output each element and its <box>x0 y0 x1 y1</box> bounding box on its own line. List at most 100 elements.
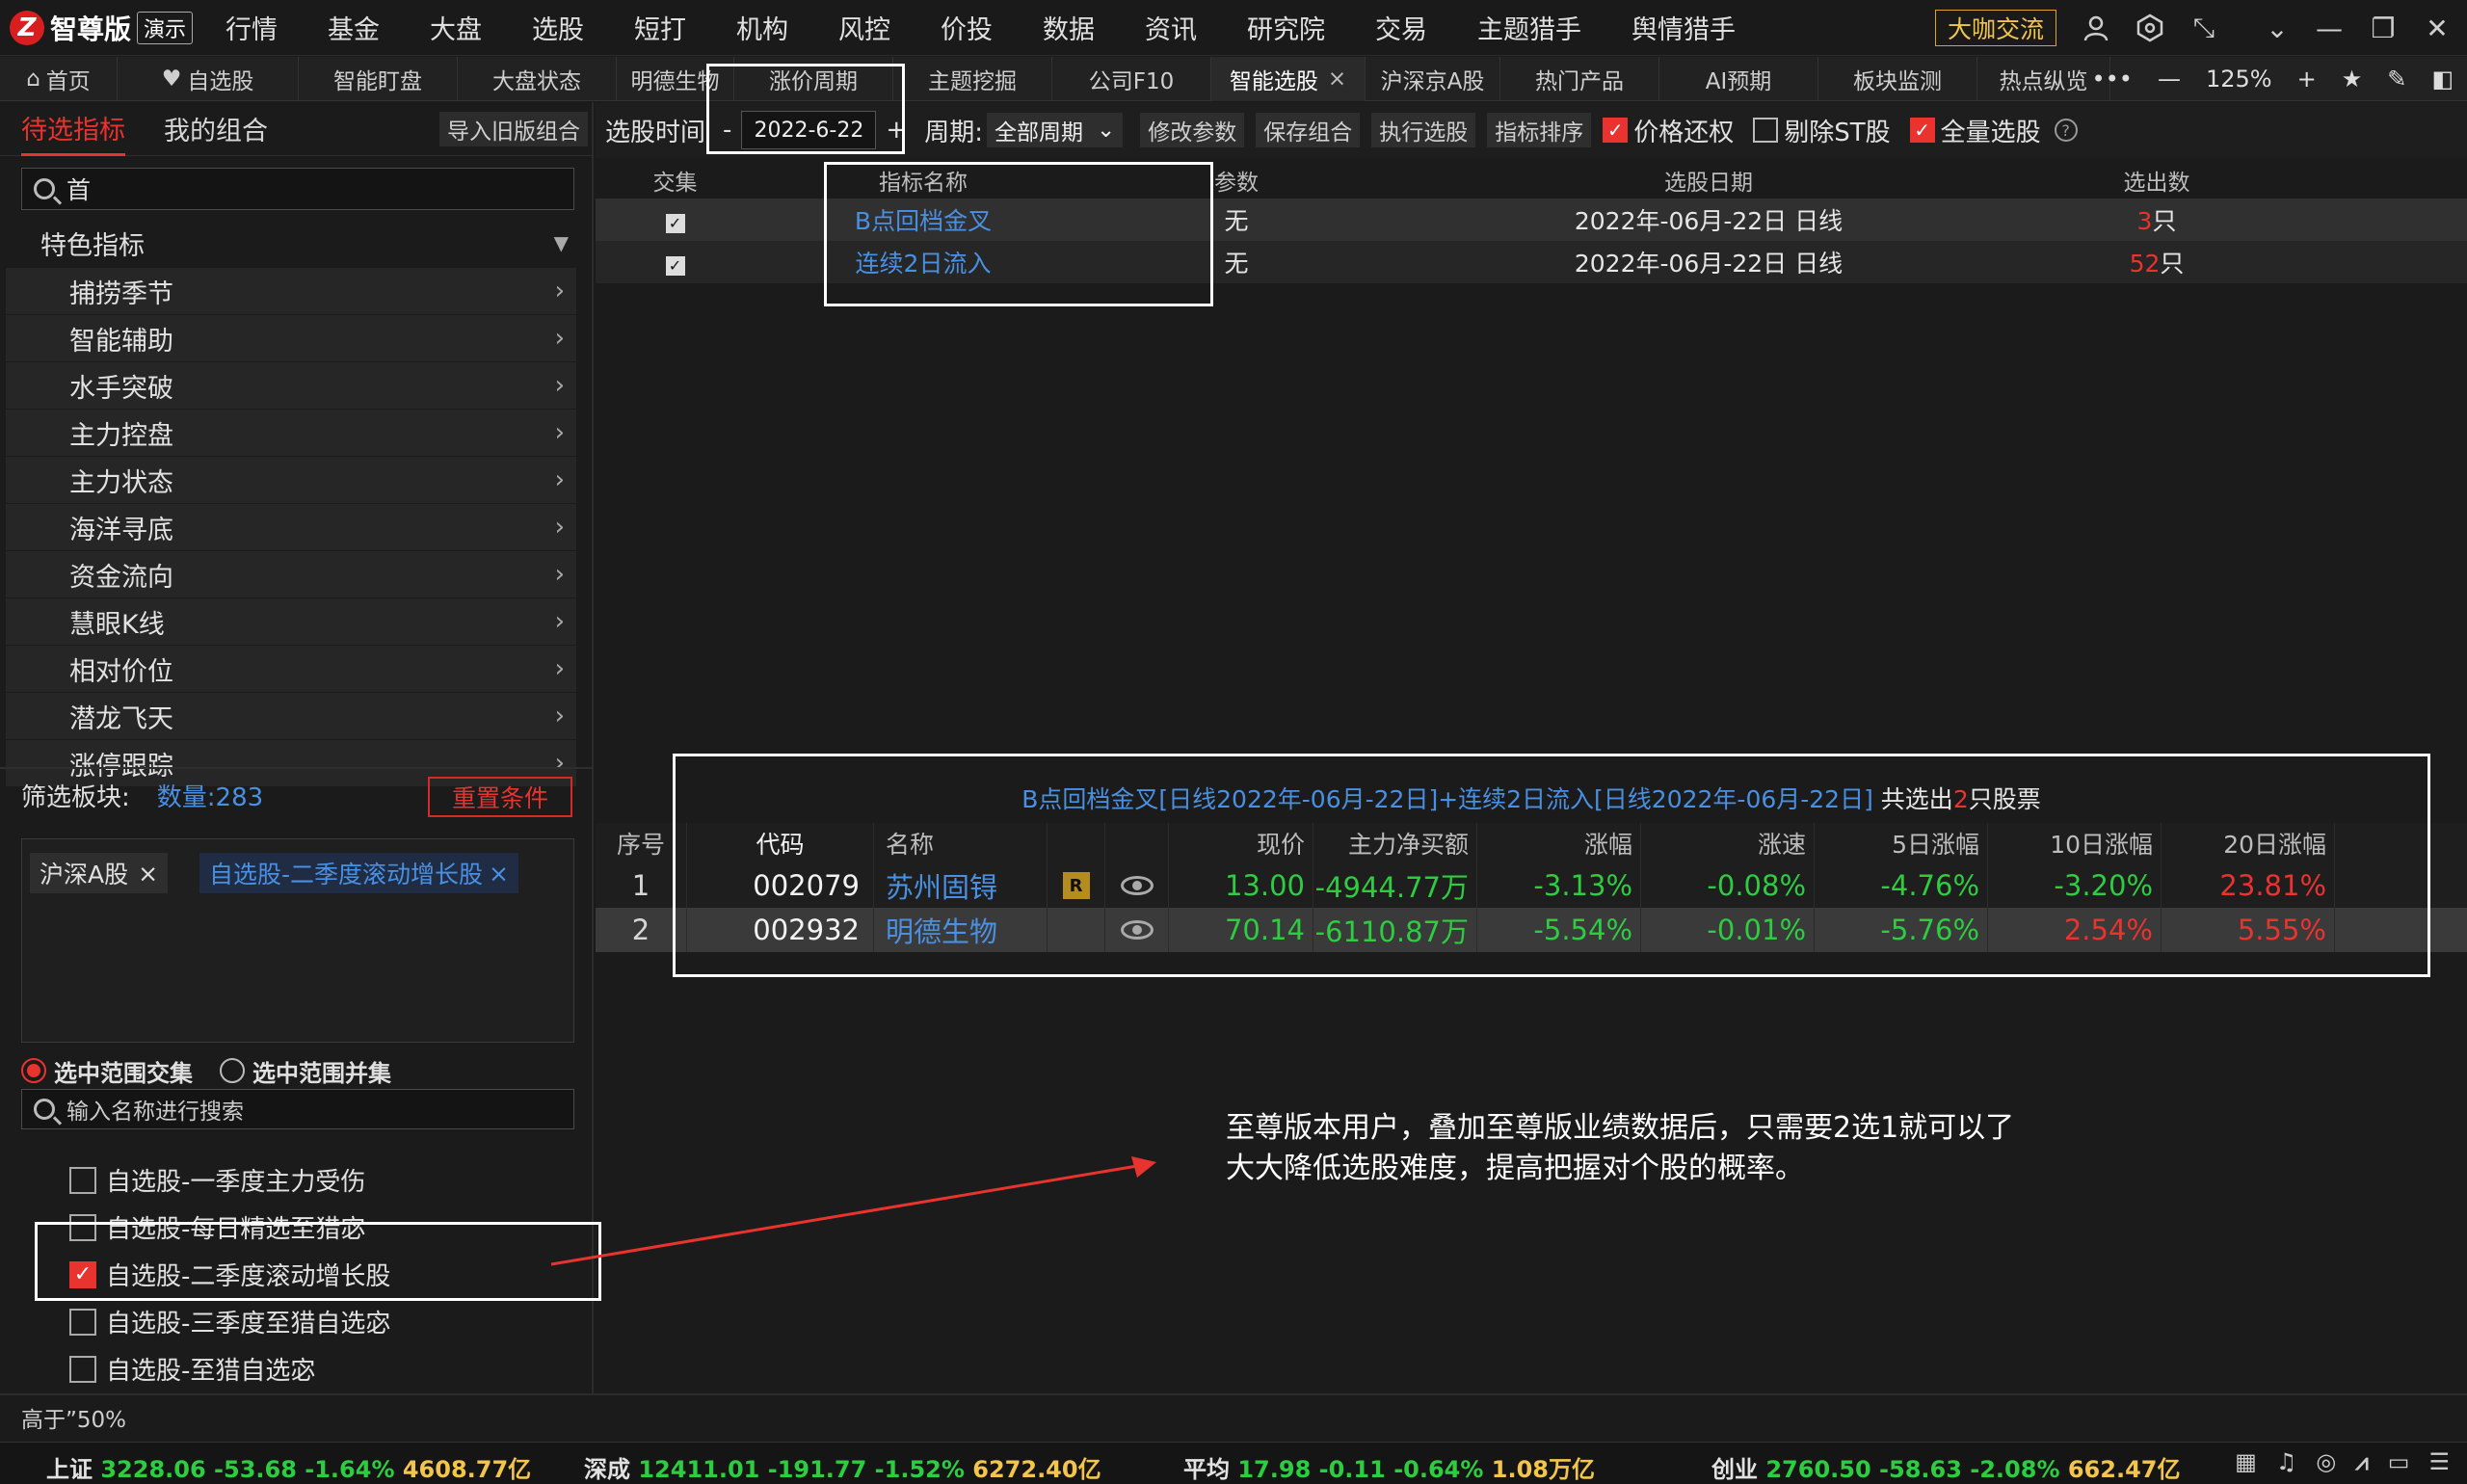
filter-sector-label: 筛选板块: <box>21 782 130 812</box>
name-search-input[interactable]: 输入名称进行搜索 <box>21 1089 574 1129</box>
close-icon[interactable]: × <box>489 860 509 888</box>
user-icon[interactable] <box>2080 12 2112 44</box>
menu-item-stock-pick[interactable]: 选股 <box>532 9 584 46</box>
period-select[interactable]: 全部周期 ⌄ <box>986 113 1124 147</box>
menu-icon[interactable]: ☰ <box>2428 1448 2450 1475</box>
tab-market-status[interactable]: 大盘状态 <box>458 56 617 101</box>
period-value: 全部周期 <box>994 120 1083 146</box>
close-icon[interactable]: ✕ <box>2421 12 2454 44</box>
tab-hot-overview[interactable]: 热点纵览 <box>1977 56 2110 101</box>
price-restore-checkbox[interactable]: ✓ 价格还权 <box>1603 113 1734 148</box>
category-item[interactable]: 相对价位 › <box>6 646 576 693</box>
chevron-down-icon[interactable]: ⌄ <box>2261 12 2294 44</box>
tab-smart-pick[interactable]: 智能选股 × <box>1211 56 1366 101</box>
checkbox-label: 全量选股 <box>1940 118 2041 147</box>
category-item[interactable]: 海洋寻底 › <box>6 504 576 551</box>
category-item[interactable]: 智能辅助 › <box>6 315 576 362</box>
category-item[interactable]: 资金流向 › <box>6 551 576 598</box>
checklist-item[interactable]: 自选股-一季度主力受伤 <box>0 1156 578 1204</box>
category-header[interactable]: 特色指标 ▼ <box>0 218 578 268</box>
zoom-in-icon[interactable]: + <box>2297 66 2317 93</box>
settings-icon[interactable] <box>2134 12 2166 44</box>
category-item[interactable]: 潜龙飞天 › <box>6 693 576 740</box>
shrink-icon[interactable]: ⤡ <box>2188 12 2220 44</box>
menu-item-value[interactable]: 价投 <box>941 9 993 46</box>
tab-theme-mining[interactable]: 主题挖掘 <box>893 56 1052 101</box>
tab-watchlist[interactable]: ♥ 自选股 <box>118 56 299 101</box>
menu-item-data[interactable]: 数据 <box>1043 9 1095 46</box>
help-icon[interactable]: ? <box>2054 119 2078 142</box>
category-item[interactable]: 捕捞季节 › <box>6 268 576 315</box>
more-icon[interactable]: ••• <box>2091 66 2132 93</box>
tab-sector-monitor[interactable]: 板块监测 <box>1818 56 1977 101</box>
exclude-st-checkbox[interactable]: 剔除ST股 <box>1753 113 1891 148</box>
tab-my-combos[interactable]: 我的组合 <box>164 102 268 156</box>
chart-icon[interactable]: ⩘ <box>2355 1448 2369 1475</box>
checkbox[interactable] <box>69 1308 96 1336</box>
indicator-search-input[interactable]: 首 <box>21 168 574 210</box>
menu-item-trade[interactable]: 交易 <box>1375 9 1427 46</box>
category-item[interactable]: 水手突破 › <box>6 362 576 410</box>
menu-item-fund[interactable]: 基金 <box>328 9 380 46</box>
demo-badge: 演示 <box>137 11 194 44</box>
tab-hot-products[interactable]: 热门产品 <box>1500 56 1659 101</box>
calendar-icon[interactable]: ▦ <box>2235 1448 2257 1475</box>
search-placeholder: 输入名称进行搜索 <box>66 1100 244 1125</box>
modify-params-button[interactable]: 修改参数 <box>1140 113 1245 147</box>
menu-item-news[interactable]: 资讯 <box>1145 9 1197 46</box>
restore-icon[interactable]: ❐ <box>2367 12 2400 44</box>
zoom-out-icon[interactable]: — <box>2158 66 2181 93</box>
intersect-checkbox[interactable]: ✓ <box>596 249 755 277</box>
menu-item-theme-hunter[interactable]: 主题猎手 <box>1477 9 1581 46</box>
run-pick-button[interactable]: 执行选股 <box>1371 113 1476 147</box>
import-old-combo-button[interactable]: 导入旧版组合 <box>439 112 588 146</box>
edit-icon[interactable]: ✎ <box>2387 66 2406 93</box>
tab-a-shares[interactable]: 沪深京A股 <box>1366 56 1500 101</box>
minimize-icon[interactable]: — <box>2313 12 2346 44</box>
reset-conditions-button[interactable]: 重置条件 <box>428 777 572 817</box>
chevron-right-icon: › <box>554 702 565 730</box>
ticker-avg[interactable]: 平均 17.98 -0.11 -0.64% 1.08万亿 <box>1183 1450 1595 1484</box>
ticker-sz[interactable]: 深成 12411.01 -191.77 -1.52% 6272.40亿 <box>584 1450 1101 1484</box>
menu-item-risk[interactable]: 风控 <box>838 9 890 46</box>
tab-f10[interactable]: 公司F10 <box>1052 56 1211 101</box>
menu-item-sentiment-hunter[interactable]: 舆情猎手 <box>1631 9 1736 46</box>
menu-item-research[interactable]: 研究院 <box>1247 9 1325 46</box>
tab-pending-indicators[interactable]: 待选指标 <box>21 102 125 156</box>
bell-icon[interactable]: ♫ <box>2276 1448 2297 1475</box>
menu-item-short[interactable]: 短打 <box>634 9 686 46</box>
chevron-right-icon: › <box>554 560 565 589</box>
ticker-cyb[interactable]: 创业 2760.50 -58.63 -2.08% 662.47亿 <box>1711 1450 2180 1484</box>
count-value: 3 <box>2136 207 2153 235</box>
home-icon: ⌂ <box>26 66 40 92</box>
checklist-item[interactable]: 自选股-三季度至猎自选宓 <box>0 1298 578 1345</box>
category-item[interactable]: 慧眼K线 › <box>6 598 576 646</box>
menu-item-index[interactable]: 大盘 <box>430 9 482 46</box>
checkbox[interactable] <box>69 1166 96 1194</box>
range-mode-group: 选中范围交集 选中范围并集 <box>21 1047 574 1095</box>
layout-icon[interactable]: ◧ <box>2431 66 2454 93</box>
close-icon[interactable]: × <box>138 860 158 888</box>
checklist-item[interactable]: 自选股-至猎自选宓 <box>0 1345 578 1392</box>
category-item[interactable]: 主力控盘 › <box>6 410 576 457</box>
full-pick-checkbox[interactable]: ✓ 全量选股 <box>1909 113 2041 148</box>
tab-ai-forecast[interactable]: AI预期 <box>1659 56 1818 101</box>
sort-indicators-button[interactable]: 指标排序 <box>1487 113 1592 147</box>
category-item[interactable]: 主力状态 › <box>6 457 576 504</box>
message-icon[interactable]: ▭ <box>2388 1448 2410 1475</box>
radio-intersect[interactable]: 选中范围交集 <box>21 1054 193 1088</box>
tab-smart-monitor[interactable]: 智能盯盘 <box>299 56 458 101</box>
expert-exchange-button[interactable]: 大咖交流 <box>1935 10 2057 46</box>
checkbox[interactable] <box>69 1355 96 1383</box>
intersect-checkbox[interactable]: ✓ <box>596 206 755 234</box>
menu-item-institution[interactable]: 机构 <box>736 9 788 46</box>
index-amount: 662.47亿 <box>2067 1456 2181 1483</box>
target-icon[interactable]: ◎ <box>2316 1448 2336 1475</box>
ticker-sh[interactable]: 上证 3228.06 -53.68 -1.64% 4608.77亿 <box>46 1450 531 1484</box>
tab-home[interactable]: ⌂ 首页 <box>0 56 118 101</box>
save-combo-button[interactable]: 保存组合 <box>1256 113 1361 147</box>
star-icon[interactable]: ★ <box>2342 66 2363 93</box>
radio-union[interactable]: 选中范围并集 <box>220 1054 391 1088</box>
menu-item-market[interactable]: 行情 <box>225 9 278 46</box>
close-tab-icon[interactable]: × <box>1328 66 1346 92</box>
